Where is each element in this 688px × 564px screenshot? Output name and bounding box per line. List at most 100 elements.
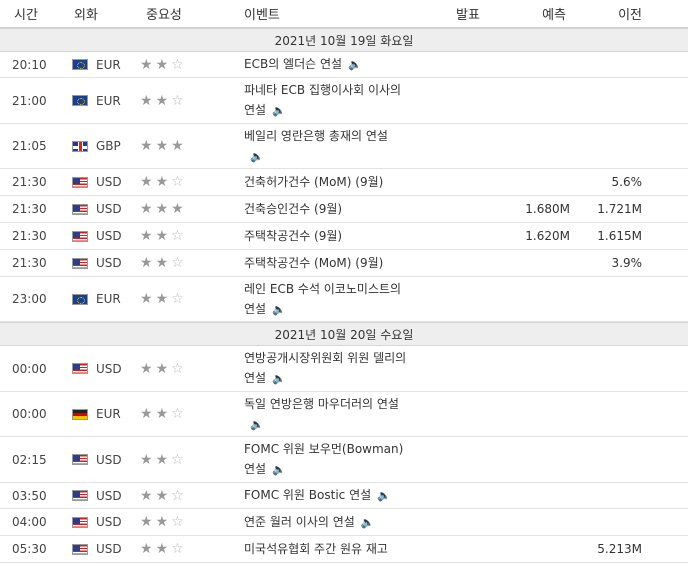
header-forecast[interactable]: 예측 xyxy=(502,4,574,23)
speaker-icon[interactable]: 🔈 xyxy=(250,147,264,167)
speaker-icon[interactable]: 🔈 xyxy=(348,55,362,75)
speaker-icon[interactable]: 🔈 xyxy=(272,101,286,121)
speaker-icon[interactable]: 🔈 xyxy=(250,415,264,435)
speaker-icon[interactable]: 🔈 xyxy=(272,369,286,389)
us-flag-icon xyxy=(72,516,88,528)
event-name[interactable]: 주택착공건수 (9월) xyxy=(244,226,442,246)
event-name[interactable]: 연설 🔈 xyxy=(244,100,442,121)
importance-stars: ★ ★ ★ xyxy=(140,202,242,216)
event-cell[interactable]: FOMC 위원 보우먼(Bowman) 연설 🔈 xyxy=(242,439,442,480)
importance-cell: ★ ★ ☆ xyxy=(128,489,242,503)
star-icon: ★ xyxy=(140,255,153,271)
event-name[interactable]: 레인 ECB 수석 이코노미스트의 xyxy=(244,279,442,299)
event-name[interactable]: 독일 연방은행 마우더러의 연설 xyxy=(244,394,442,414)
table-row[interactable]: 00:00 EUR ★ ★ ☆ 독일 연방은행 마우더러의 연설 🔈 xyxy=(0,392,688,437)
header-time[interactable]: 시간 xyxy=(0,4,60,23)
event-cell[interactable]: 연방공개시장위원회 위원 델리의 연설 🔈 xyxy=(242,348,442,389)
header-previous[interactable]: 이전 xyxy=(574,4,686,23)
date-separator: 2021년 10월 19일 화요일 xyxy=(0,28,688,52)
header-actual[interactable]: 발표 xyxy=(442,4,502,23)
speaker-icon[interactable]: 🔈 xyxy=(272,300,286,320)
importance-cell: ★ ★ ☆ xyxy=(128,362,242,376)
event-cell[interactable]: 건축허가건수 (MoM) (9월) xyxy=(242,172,442,192)
importance-cell: ★ ★ ☆ xyxy=(128,229,242,243)
currency-cell: USD xyxy=(60,515,128,529)
event-name[interactable]: 🔈 xyxy=(244,414,442,435)
table-row[interactable]: 21:30 USD ★ ★ ★ 건축승인건수 (9월) 1.680M 1.721M xyxy=(0,196,688,223)
us-flag-icon xyxy=(72,203,88,215)
currency-cell: USD xyxy=(60,362,128,376)
event-name[interactable]: 건축승인건수 (9월) xyxy=(244,199,442,219)
time-cell: 21:00 xyxy=(12,93,47,108)
star-icon: ★ xyxy=(155,201,169,217)
currency-code: USD xyxy=(96,229,122,243)
event-cell[interactable]: 레인 ECB 수석 이코노미스트의 연설 🔈 xyxy=(242,279,442,320)
star-icon: ★ xyxy=(171,201,184,217)
time-cell: 00:00 xyxy=(12,361,47,376)
time-cell: 03:50 xyxy=(12,488,47,503)
event-cell[interactable]: 베일리 영란은행 총재의 연설 🔈 xyxy=(242,126,442,167)
star-icon: ★ xyxy=(155,541,169,557)
importance-stars: ★ ★ ☆ xyxy=(140,292,242,306)
importance-cell: ★ ★ ☆ xyxy=(128,175,242,189)
currency-code: EUR xyxy=(96,407,121,421)
event-name[interactable]: 연설 🔈 xyxy=(244,368,442,389)
us-flag-icon xyxy=(72,176,88,188)
currency-code: USD xyxy=(96,202,122,216)
table-row[interactable]: 04:00 USD ★ ★ ☆ 연준 월러 이사의 연설 🔈 xyxy=(0,509,688,536)
event-cell[interactable]: 주택착공건수 (MoM) (9월) xyxy=(242,253,442,273)
table-row[interactable]: 00:00 USD ★ ★ ☆ 연방공개시장위원회 위원 델리의 연설 🔈 xyxy=(0,346,688,392)
table-row[interactable]: 23:00 EUR ★ ★ ☆ 레인 ECB 수석 이코노미스트의 연설 🔈 xyxy=(0,277,688,322)
star-icon: ★ xyxy=(140,406,153,422)
table-row[interactable]: 21:30 USD ★ ★ ☆ 주택착공건수 (MoM) (9월) 3.9% xyxy=(0,250,688,277)
event-name[interactable]: 미국석유협회 주간 원유 재고 xyxy=(244,539,442,559)
table-row[interactable]: 03:50 USD ★ ★ ☆ FOMC 위원 Bostic 연설 🔈 xyxy=(0,483,688,509)
event-name[interactable]: 연설 🔈 xyxy=(244,299,442,320)
currency-code: USD xyxy=(96,452,122,467)
table-row[interactable]: 20:10 EUR ★ ★ ☆ ECB의 엘더슨 연설 🔈 xyxy=(0,52,688,78)
speaker-icon[interactable]: 🔈 xyxy=(377,486,391,506)
event-cell[interactable]: 미국석유협회 주간 원유 재고 xyxy=(242,539,442,559)
event-name[interactable]: 연준 월러 이사의 연설 🔈 xyxy=(244,512,442,533)
currency-code: USD xyxy=(96,256,122,270)
header-currency[interactable]: 외화 xyxy=(60,4,128,23)
table-row[interactable]: 21:30 USD ★ ★ ☆ 주택착공건수 (9월) 1.620M 1.615M xyxy=(0,223,688,250)
event-cell[interactable]: 독일 연방은행 마우더러의 연설 🔈 xyxy=(242,394,442,435)
table-row[interactable]: 21:30 USD ★ ★ ☆ 건축허가건수 (MoM) (9월) 5.6% xyxy=(0,169,688,196)
star-icon: ☆ xyxy=(171,56,184,73)
importance-stars: ★ ★ ☆ xyxy=(140,515,242,529)
event-name[interactable]: FOMC 위원 Bostic 연설 🔈 xyxy=(244,485,442,506)
de-flag-icon xyxy=(72,408,88,420)
importance-stars: ★ ★ ★ xyxy=(140,139,242,153)
table-row[interactable]: 21:05 GBP ★ ★ ★ 베일리 영란은행 총재의 연설 🔈 xyxy=(0,124,688,169)
event-name[interactable]: 베일리 영란은행 총재의 연설 xyxy=(244,126,442,146)
speaker-icon[interactable]: 🔈 xyxy=(272,460,286,480)
event-name[interactable]: 건축허가건수 (MoM) (9월) xyxy=(244,172,442,192)
event-cell[interactable]: FOMC 위원 Bostic 연설 🔈 xyxy=(242,485,442,506)
event-name[interactable]: 주택착공건수 (MoM) (9월) xyxy=(244,253,442,273)
header-importance[interactable]: 중요성 xyxy=(128,4,242,23)
event-cell[interactable]: 주택착공건수 (9월) xyxy=(242,226,442,246)
importance-stars: ★ ★ ☆ xyxy=(140,407,242,421)
star-icon: ☆ xyxy=(171,406,184,422)
event-cell[interactable]: 건축승인건수 (9월) xyxy=(242,199,442,219)
event-name[interactable]: 연방공개시장위원회 위원 델리의 xyxy=(244,348,442,368)
previous-value: 1.615M xyxy=(597,229,642,243)
header-event[interactable]: 이벤트 xyxy=(242,4,442,23)
event-name[interactable]: FOMC 위원 보우먼(Bowman) xyxy=(244,439,442,459)
event-name[interactable]: ECB의 엘더슨 연설 🔈 xyxy=(244,54,442,75)
event-name[interactable]: 파네타 ECB 집행이사회 이사의 xyxy=(244,80,442,100)
event-cell[interactable]: 파네타 ECB 집행이사회 이사의 연설 🔈 xyxy=(242,80,442,121)
event-cell[interactable]: 연준 월러 이사의 연설 🔈 xyxy=(242,512,442,533)
table-row[interactable]: 02:15 USD ★ ★ ☆ FOMC 위원 보우먼(Bowman) 연설 🔈 xyxy=(0,437,688,483)
speaker-icon[interactable]: 🔈 xyxy=(361,513,375,533)
importance-stars: ★ ★ ☆ xyxy=(140,256,242,270)
event-cell[interactable]: ECB의 엘더슨 연설 🔈 xyxy=(242,54,442,75)
table-row[interactable]: 05:30 USD ★ ★ ☆ 미국석유협회 주간 원유 재고 5.213M xyxy=(0,536,688,563)
star-icon: ★ xyxy=(171,138,184,154)
table-row[interactable]: 21:00 EUR ★ ★ ☆ 파네타 ECB 집행이사회 이사의 연설 🔈 xyxy=(0,78,688,124)
time-cell: 00:00 xyxy=(12,407,47,421)
event-name[interactable]: 연설 🔈 xyxy=(244,459,442,480)
event-name[interactable]: 🔈 xyxy=(244,146,442,167)
time-cell: 02:15 xyxy=(12,452,47,467)
